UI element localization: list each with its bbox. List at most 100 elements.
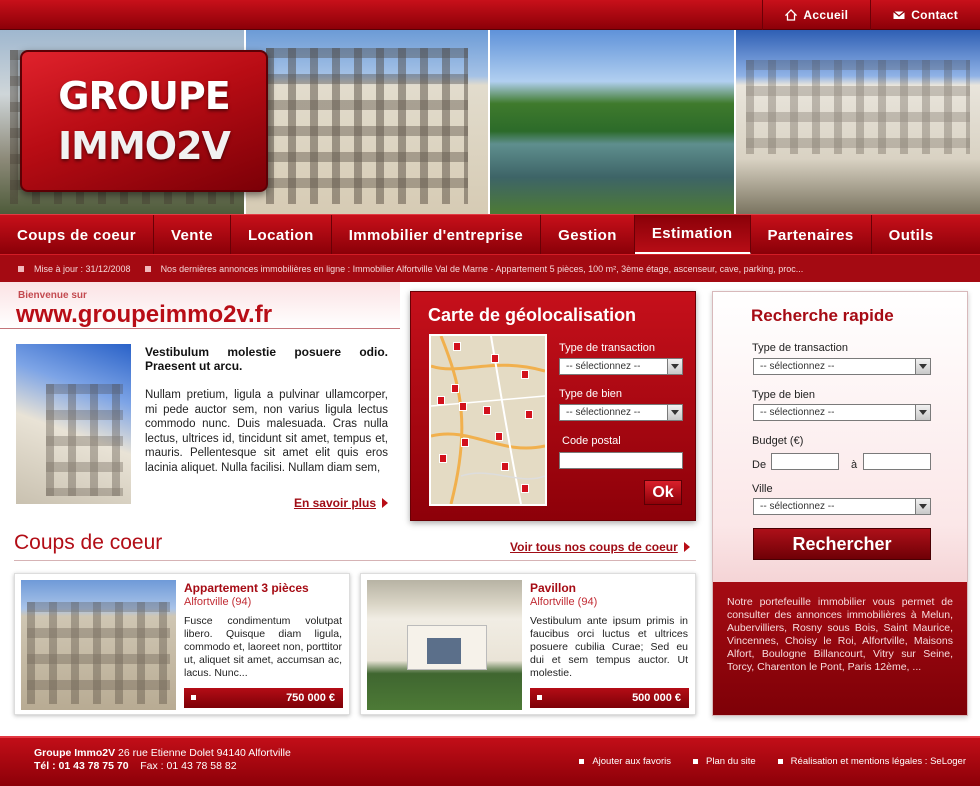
map-pin-icon[interactable] <box>521 370 529 379</box>
footer-company: Groupe Immo2V <box>34 747 116 759</box>
geo-bien-value: -- sélectionnez -- <box>566 407 641 418</box>
nav-vente[interactable]: Vente <box>154 215 231 255</box>
home-link[interactable]: Accueil <box>762 0 870 30</box>
map-pin-icon[interactable] <box>525 410 533 419</box>
coups-de-coeur-title: Coups de coeur <box>14 531 163 554</box>
postal-code-input[interactable] <box>559 452 683 469</box>
banner-photo-square <box>736 30 980 214</box>
footer-link-label: Plan du site <box>706 756 756 767</box>
bullet-icon <box>18 265 24 272</box>
transaction-label: Type de transaction <box>752 342 849 354</box>
nav-outils[interactable]: Outils <box>872 215 951 255</box>
transaction-select[interactable]: -- sélectionnez -- <box>753 358 931 375</box>
divider <box>0 328 400 329</box>
footer-link-label: Réalisation et mentions légales : SeLoge… <box>790 756 966 767</box>
listing-card[interactable]: Pavillon Alfortville (94) Vestibulum ant… <box>360 573 696 715</box>
geo-cp-label: Code postal <box>562 435 621 447</box>
see-all-favorites-link[interactable]: Voir tous nos coups de coeur <box>510 540 690 554</box>
read-more-link[interactable]: En savoir plus <box>294 496 388 510</box>
footer-link-favorites[interactable]: Ajouter aux favoris <box>579 756 671 767</box>
listing-title[interactable]: Pavillon <box>530 581 576 595</box>
footer-link-sitemap[interactable]: Plan du site <box>693 756 756 767</box>
home-label: Accueil <box>803 8 849 22</box>
budget-a-label: à <box>851 459 858 471</box>
map-pin-icon[interactable] <box>521 484 529 493</box>
transaction-value: -- sélectionnez -- <box>760 361 835 372</box>
geo-bien-select[interactable]: -- sélectionnez -- <box>559 404 683 421</box>
footer-link-legal[interactable]: Réalisation et mentions légales : SeLoge… <box>777 756 966 767</box>
listing-city: Alfortville (94) <box>530 596 598 608</box>
map-pin-icon[interactable] <box>459 402 467 411</box>
mail-icon <box>893 11 906 19</box>
geo-bien-label: Type de bien <box>559 388 622 400</box>
intro-title: Vestibulum molestie posuere odio. Praese… <box>145 345 388 373</box>
news-ticker: Mise à jour : 31/12/2008 Nos dernières a… <box>0 254 980 282</box>
geo-transaction-value: -- sélectionnez -- <box>566 361 641 372</box>
divider <box>14 560 696 561</box>
chevron-down-icon[interactable] <box>915 499 930 514</box>
map-pin-icon[interactable] <box>439 454 447 463</box>
map-pin-icon[interactable] <box>501 462 509 471</box>
listing-photo[interactable] <box>367 580 522 710</box>
arrow-right-icon <box>382 498 388 508</box>
footer-link-label: Ajouter aux favoris <box>592 756 672 767</box>
read-more-label: En savoir plus <box>293 496 376 510</box>
bien-label: Type de bien <box>752 389 815 401</box>
footer-address: Groupe Immo2V 26 rue Etienne Dolet 94140… <box>34 747 291 773</box>
geo-transaction-select[interactable]: -- sélectionnez -- <box>559 358 683 375</box>
footer-street: 26 rue Etienne Dolet 94140 Alfortville <box>115 747 291 759</box>
budget-max-input[interactable] <box>863 453 931 470</box>
geoloc-map[interactable] <box>429 334 547 506</box>
budget-de-label: De <box>752 459 767 471</box>
listing-title[interactable]: Appartement 3 pièces <box>184 581 309 595</box>
ville-select[interactable]: -- sélectionnez -- <box>753 498 931 515</box>
quick-search-title: Recherche rapide <box>751 306 894 325</box>
map-pin-icon[interactable] <box>451 384 459 393</box>
nav-coups-de-coeur[interactable]: Coups de coeur <box>0 215 154 255</box>
bullet-icon <box>777 759 783 764</box>
quick-search-panel: Recherche rapide Type de transaction -- … <box>712 291 968 716</box>
map-pin-icon[interactable] <box>491 354 499 363</box>
nav-partenaires[interactable]: Partenaires <box>751 215 872 255</box>
nav-immobilier-entreprise[interactable]: Immobilier d'entreprise <box>332 215 542 255</box>
welcome-header: Bienvenue sur www.groupeimmo2v.fr <box>0 282 400 328</box>
contact-label: Contact <box>911 8 958 22</box>
map-roads <box>431 336 545 504</box>
budget-min-input[interactable] <box>771 453 839 470</box>
chevron-down-icon[interactable] <box>915 359 930 374</box>
bien-value: -- sélectionnez -- <box>760 407 835 418</box>
welcome-small: Bienvenue sur <box>18 290 87 301</box>
nav-location[interactable]: Location <box>231 215 332 255</box>
map-pin-icon[interactable] <box>437 396 445 405</box>
bullet-icon <box>144 265 151 272</box>
banner-photo-haussmann <box>246 30 490 214</box>
site-url: www.groupeimmo2v.fr <box>16 301 273 328</box>
site-logo[interactable]: Groupe Immo2v <box>20 50 268 192</box>
bullet-icon <box>579 759 585 764</box>
contact-link[interactable]: Contact <box>870 0 980 30</box>
listing-photo[interactable] <box>21 580 176 710</box>
nav-gestion[interactable]: Gestion <box>541 215 635 255</box>
chevron-down-icon[interactable] <box>667 359 682 374</box>
nav-estimation[interactable]: Estimation <box>634 215 751 255</box>
chevron-down-icon[interactable] <box>915 405 930 420</box>
geoloc-panel: Carte de géolocalisation Type de transac… <box>410 291 696 521</box>
map-pin-icon[interactable] <box>495 432 503 441</box>
search-button[interactable]: Rechercher <box>753 528 931 560</box>
listing-card[interactable]: Appartement 3 pièces Alfortville (94) Fu… <box>14 573 350 715</box>
logo-line-1: Groupe <box>58 74 230 118</box>
map-pin-icon[interactable] <box>483 406 491 415</box>
map-pin-icon[interactable] <box>453 342 461 351</box>
bien-select[interactable]: -- sélectionnez -- <box>753 404 931 421</box>
ticker-news[interactable]: Nos dernières annonces immobilières en l… <box>161 264 804 274</box>
geo-ok-button[interactable]: Ok <box>644 480 682 505</box>
update-date: Mise à jour : 31/12/2008 <box>34 263 131 274</box>
ville-label: Ville <box>752 483 773 495</box>
listing-price: 750 000 € <box>184 688 343 708</box>
footer-fax: Fax : 01 43 78 58 82 <box>140 760 237 772</box>
map-pin-icon[interactable] <box>461 438 469 447</box>
chevron-down-icon[interactable] <box>667 405 682 420</box>
listing-city: Alfortville (94) <box>184 596 252 608</box>
banner-photo-lake <box>490 30 736 214</box>
portfolio-text: Notre portefeuille immobilier vous perme… <box>713 582 967 715</box>
